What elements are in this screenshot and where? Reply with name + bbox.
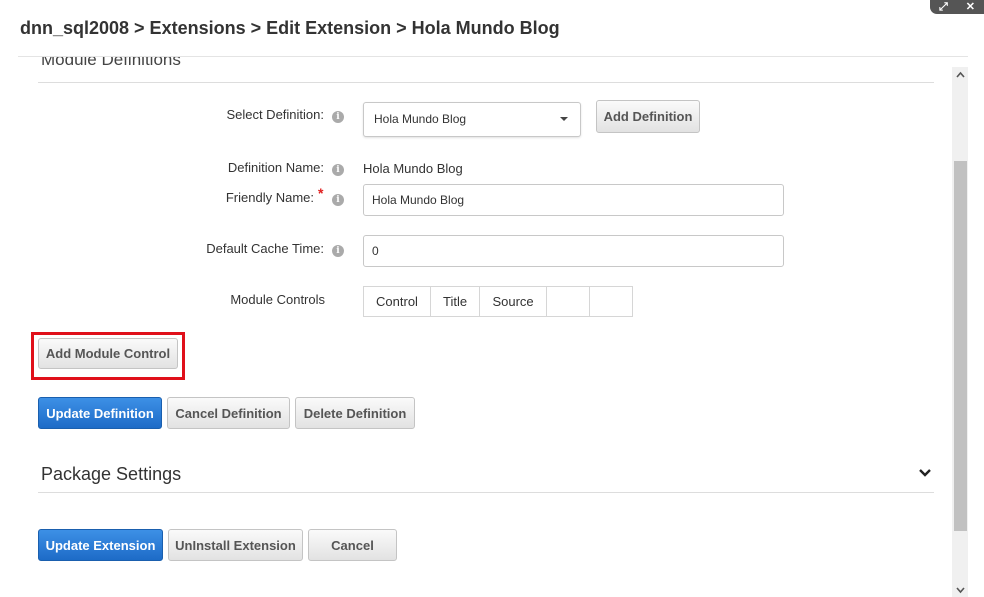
info-icon[interactable]: i: [332, 164, 344, 176]
column-header-source: Source: [479, 286, 548, 317]
section-divider: [38, 82, 934, 83]
friendly-name-input[interactable]: [363, 184, 784, 216]
required-marker: *: [318, 185, 324, 201]
table-header-row: Control Title Source: [363, 286, 634, 317]
vertical-scrollbar[interactable]: [952, 67, 968, 597]
info-icon[interactable]: i: [332, 194, 344, 206]
caret-down-icon: [560, 117, 568, 121]
module-controls-label: Module Controls: [230, 292, 325, 307]
default-cache-time-label: Default Cache Time:: [206, 241, 324, 256]
friendly-name-label: Friendly Name:: [225, 190, 314, 205]
breadcrumb: dnn_sql2008 > Extensions > Edit Extensio…: [20, 18, 560, 38]
cancel-definition-button[interactable]: Cancel Definition: [167, 397, 290, 429]
definition-name-label: Definition Name:: [227, 160, 324, 175]
uninstall-extension-button[interactable]: UnInstall Extension: [168, 529, 303, 561]
scroll-up-icon[interactable]: [956, 71, 965, 78]
column-header-edit: [546, 286, 591, 317]
add-module-control-button[interactable]: Add Module Control: [38, 338, 178, 369]
close-icon[interactable]: ✕: [966, 1, 975, 13]
select-definition-dropdown[interactable]: Hola Mundo Blog: [363, 102, 581, 137]
edit-extension-content: Module Definitions Select Definition: i …: [0, 57, 952, 597]
expand-icon[interactable]: ⤢: [939, 1, 948, 13]
module-definitions-header[interactable]: Module Definitions: [41, 57, 181, 70]
cancel-button[interactable]: Cancel: [308, 529, 397, 561]
default-cache-time-input[interactable]: [363, 235, 784, 267]
chevron-down-icon[interactable]: [918, 468, 932, 478]
column-header-delete: [589, 286, 634, 317]
column-header-title: Title: [429, 286, 481, 317]
column-header-control: Control: [363, 286, 431, 317]
select-definition-value: Hola Mundo Blog: [374, 112, 467, 126]
section-divider: [38, 492, 934, 493]
update-extension-button[interactable]: Update Extension: [38, 529, 163, 561]
package-settings-header[interactable]: Package Settings: [41, 464, 181, 485]
info-icon[interactable]: i: [332, 245, 344, 257]
update-definition-button[interactable]: Update Definition: [38, 397, 162, 429]
delete-definition-button[interactable]: Delete Definition: [295, 397, 415, 429]
module-controls-table: Control Title Source: [363, 286, 634, 317]
scrollbar-thumb[interactable]: [954, 161, 967, 531]
info-icon[interactable]: i: [332, 111, 344, 123]
definition-name-value: Hola Mundo Blog: [363, 161, 463, 176]
add-definition-button[interactable]: Add Definition: [596, 100, 700, 133]
select-definition-label: Select Definition:: [226, 107, 324, 122]
window-controls: ⤢ ✕: [930, 0, 984, 14]
scroll-down-icon[interactable]: [956, 587, 965, 594]
